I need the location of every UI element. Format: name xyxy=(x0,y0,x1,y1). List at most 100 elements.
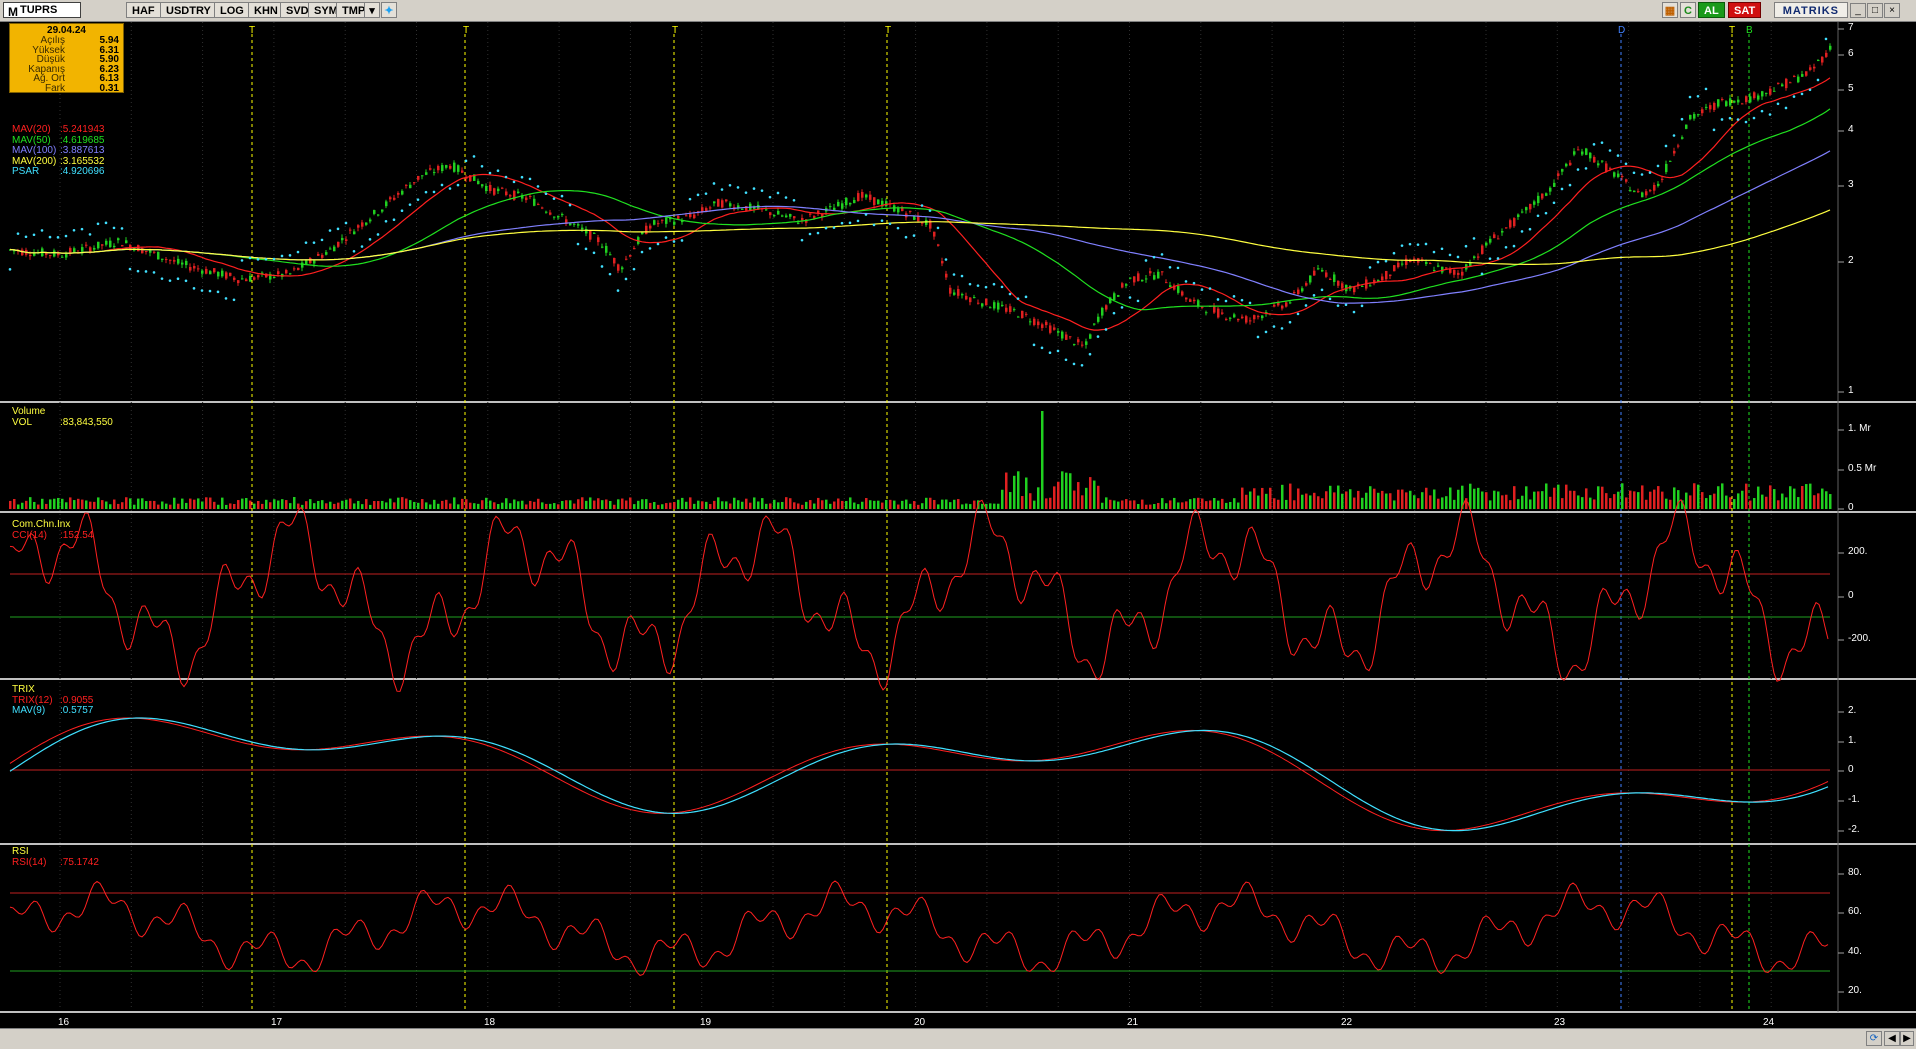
volume-bar xyxy=(1257,495,1260,509)
volume-bar xyxy=(769,503,772,509)
candle-body xyxy=(1705,106,1708,108)
volume-bar xyxy=(1201,498,1204,509)
volume-bar xyxy=(1645,499,1648,509)
psar-dot xyxy=(1304,304,1308,307)
candle-body xyxy=(1001,304,1004,307)
volume-bar xyxy=(737,500,740,509)
volume-bar xyxy=(1185,501,1188,509)
price-y-tick: 7 xyxy=(1848,22,1854,33)
candle-body xyxy=(1505,227,1508,229)
volume-bar xyxy=(1301,494,1304,509)
psar-dot xyxy=(776,191,780,195)
candle-body xyxy=(781,215,784,217)
psar-dot xyxy=(96,222,100,226)
candle-body xyxy=(421,175,424,177)
volume-bar xyxy=(861,501,864,509)
volume-bar xyxy=(49,499,52,509)
scroll-left-icon[interactable]: ◀ xyxy=(1884,1031,1900,1046)
volume-bar xyxy=(1609,498,1612,509)
volume-bar xyxy=(1253,488,1256,509)
candle-body xyxy=(985,298,988,306)
volume-bar xyxy=(973,500,976,509)
psar-dot xyxy=(760,189,764,192)
candle-body xyxy=(1553,182,1556,187)
volume-bar xyxy=(1797,497,1800,509)
volume-bar xyxy=(1241,487,1244,509)
psar-dot xyxy=(1512,244,1516,248)
psar-dot xyxy=(1632,171,1636,175)
candle-body xyxy=(945,273,948,278)
mav20-label: MAV(20) xyxy=(12,124,51,135)
psar-dot xyxy=(1344,303,1348,307)
chart-canvas[interactable] xyxy=(0,0,1916,1049)
candle-body xyxy=(1817,60,1820,62)
volume-bar xyxy=(1113,500,1116,509)
psar-dot xyxy=(1072,362,1076,366)
x-axis-label: 19 xyxy=(700,1017,712,1028)
volume-bar xyxy=(1601,486,1604,509)
volume-bar xyxy=(189,498,192,509)
volume-bar xyxy=(1533,491,1536,509)
candle-body xyxy=(145,250,148,252)
candle-body xyxy=(201,270,204,274)
volume-bar xyxy=(1721,483,1724,509)
mav20-line xyxy=(9,77,1831,331)
volume-bar xyxy=(653,502,656,509)
marker-label: T xyxy=(672,25,679,36)
candle-body xyxy=(313,260,316,264)
candle-body xyxy=(1777,82,1780,84)
candle-body xyxy=(449,165,452,169)
candle-body xyxy=(793,216,796,219)
psar-dot xyxy=(208,289,212,293)
rsi-y-tick: 40. xyxy=(1848,946,1862,957)
psar-dot xyxy=(1200,288,1204,291)
volume-bar xyxy=(729,503,732,509)
refresh-icon[interactable]: ⟳ xyxy=(1866,1031,1882,1046)
psar-dot xyxy=(376,233,380,236)
volume-bar xyxy=(1661,491,1664,509)
candle-body xyxy=(989,307,992,309)
psar-dot xyxy=(1680,117,1684,121)
volume-bar xyxy=(101,500,104,509)
psar-dot xyxy=(1376,260,1380,264)
volume-bar xyxy=(425,502,428,509)
candle-body xyxy=(597,237,600,243)
candle-body xyxy=(1233,314,1236,318)
volume-bar xyxy=(633,504,636,509)
candle-body xyxy=(1161,271,1164,273)
candle-body xyxy=(1497,238,1500,240)
volume-bar xyxy=(1065,472,1068,509)
psar-dot xyxy=(472,155,476,158)
psar-dot xyxy=(1256,335,1260,339)
candle-body xyxy=(1601,160,1604,162)
psar-dot xyxy=(592,251,596,255)
candle-body xyxy=(1317,268,1320,270)
volume-bar xyxy=(305,501,308,509)
volume-bar xyxy=(957,499,960,509)
volume-bar xyxy=(373,501,376,509)
candle-body xyxy=(1793,75,1796,77)
candle-body xyxy=(1241,316,1244,319)
volume-bar xyxy=(1245,494,1248,509)
volume-bar xyxy=(1701,492,1704,509)
candle-body xyxy=(1229,317,1232,319)
psar-dot xyxy=(40,229,44,232)
volume-bar xyxy=(1145,504,1148,509)
candle-body xyxy=(189,267,192,271)
volume-bar xyxy=(1737,493,1740,509)
candle-body xyxy=(1149,271,1152,274)
volume-bar xyxy=(1121,500,1124,509)
candle-body xyxy=(81,247,84,252)
volume-bar xyxy=(1769,485,1772,509)
rsi-label: RSI(14) xyxy=(12,856,47,868)
scroll-right-icon[interactable]: ▶ xyxy=(1900,1031,1914,1046)
candle-body xyxy=(557,215,560,218)
volume-bar xyxy=(65,502,68,509)
candle-body xyxy=(841,203,844,209)
volume-bar xyxy=(121,502,124,509)
candle-body xyxy=(801,217,804,221)
volume-bar xyxy=(1369,486,1372,509)
psar-dot xyxy=(1248,301,1252,305)
candle-body xyxy=(317,253,320,256)
psar-dot xyxy=(24,235,28,239)
